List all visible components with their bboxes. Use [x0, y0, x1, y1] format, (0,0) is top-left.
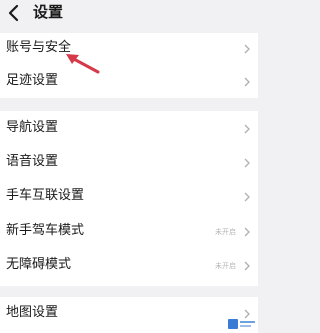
row-label: 新手驾车模式 [6, 223, 85, 238]
row-label: 语音设置 [6, 154, 59, 169]
header-bar: 设置 [0, 0, 258, 26]
row-label: 无障碍模式 [6, 257, 72, 272]
row-label: 手车互联设置 [6, 188, 85, 203]
settings-group-account: 账号与安全 足迹设置 [0, 33, 258, 98]
chevron-right-icon [244, 227, 250, 237]
row-novice-driving-mode[interactable]: 新手驾车模式 未开启 [0, 217, 258, 247]
row-voice-settings[interactable]: 语音设置 [0, 148, 258, 178]
watermark-logo-icon [228, 319, 255, 329]
row-label: 足迹设置 [6, 73, 59, 88]
row-map-settings[interactable]: 地图设置 [0, 299, 258, 329]
chevron-right-icon [244, 158, 250, 168]
chevron-right-icon [244, 261, 250, 271]
page-title: 设置 [33, 3, 64, 21]
chevron-right-icon [244, 192, 250, 202]
status-text: 未开启 [215, 228, 236, 236]
row-account-security[interactable]: 账号与安全 [0, 34, 258, 64]
row-accessibility-mode[interactable]: 无障碍模式 未开启 [0, 251, 258, 281]
row-navigation-settings[interactable]: 导航设置 [0, 114, 258, 144]
settings-group-navigation: 导航设置 语音设置 手车互联设置 新手驾车模式 未开启 无障碍模式 未开启 [0, 111, 258, 286]
chevron-right-icon [244, 44, 250, 54]
row-phone-car-link[interactable]: 手车互联设置 [0, 182, 258, 212]
back-arrow-icon[interactable] [4, 3, 24, 23]
row-footprint-settings[interactable]: 足迹设置 [0, 67, 258, 97]
row-label: 导航设置 [6, 120, 59, 135]
annotation-arrow-icon [66, 54, 100, 74]
chevron-right-icon [244, 124, 250, 134]
row-label: 地图设置 [6, 305, 59, 320]
chevron-right-icon [244, 77, 250, 87]
settings-group-map: 地图设置 [0, 297, 258, 333]
status-text: 未开启 [215, 262, 236, 270]
